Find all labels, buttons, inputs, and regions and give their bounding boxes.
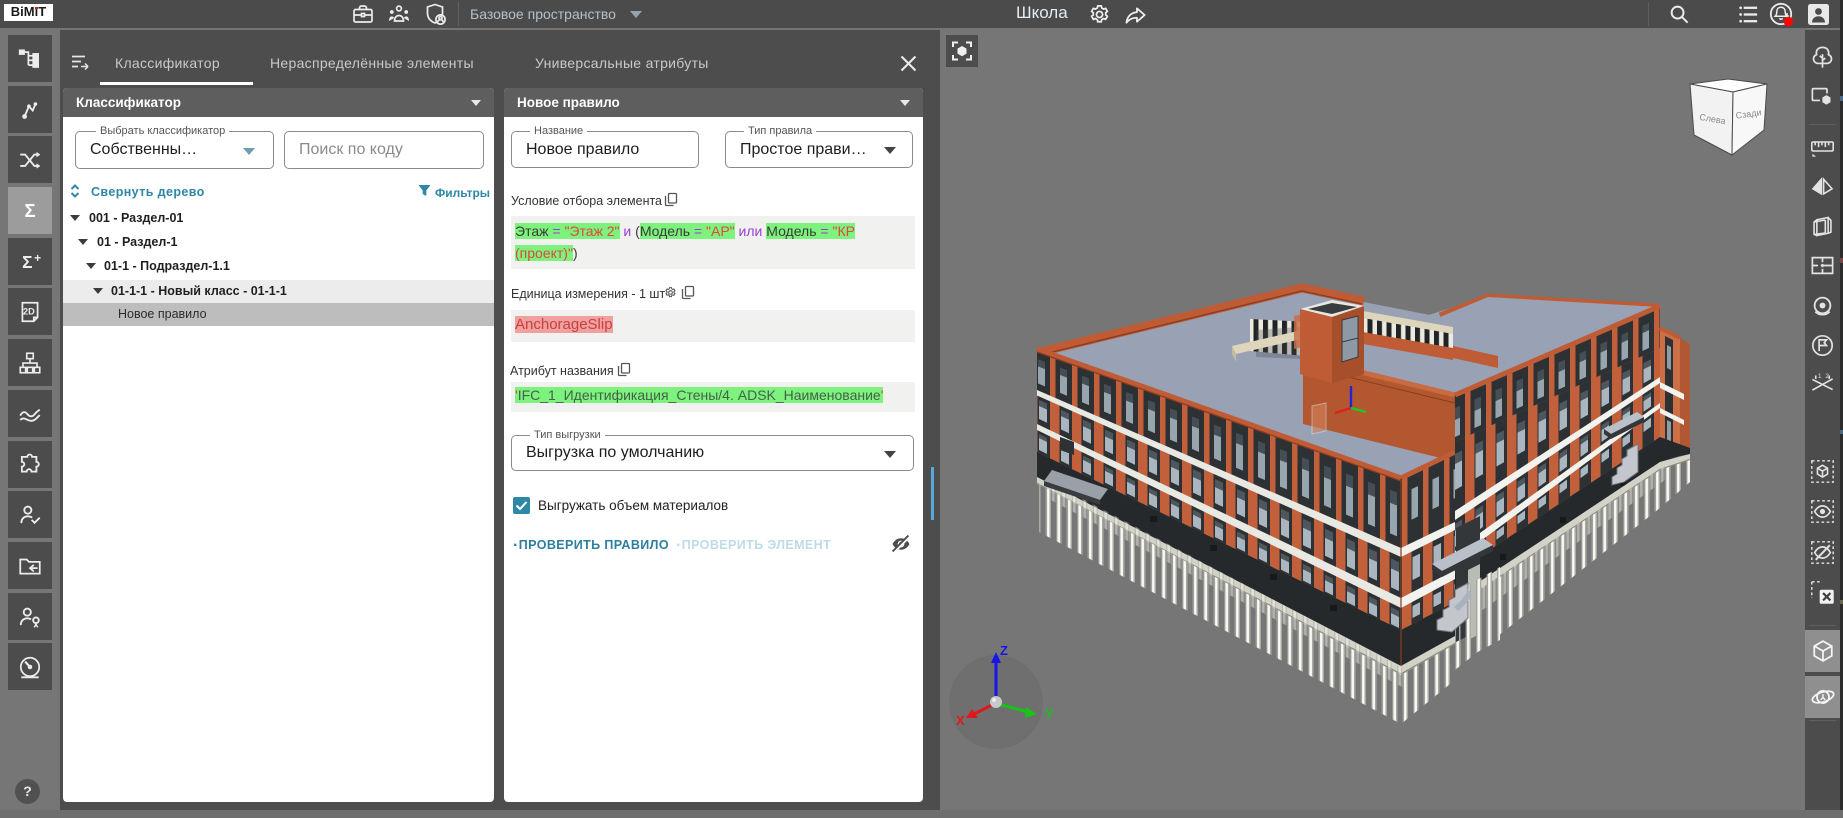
svg-text:2: 2 [1825, 373, 1829, 380]
svg-text:+: + [34, 251, 41, 265]
svg-text:Z: Z [1000, 643, 1008, 658]
svg-text:Σ: Σ [22, 251, 32, 271]
svg-text:Y: Y [1045, 706, 1054, 721]
svg-text:1: 1 [1818, 373, 1822, 380]
svg-text:2D: 2D [23, 306, 35, 316]
svg-text:X: X [956, 713, 965, 728]
svg-text:Σ: Σ [24, 199, 35, 220]
